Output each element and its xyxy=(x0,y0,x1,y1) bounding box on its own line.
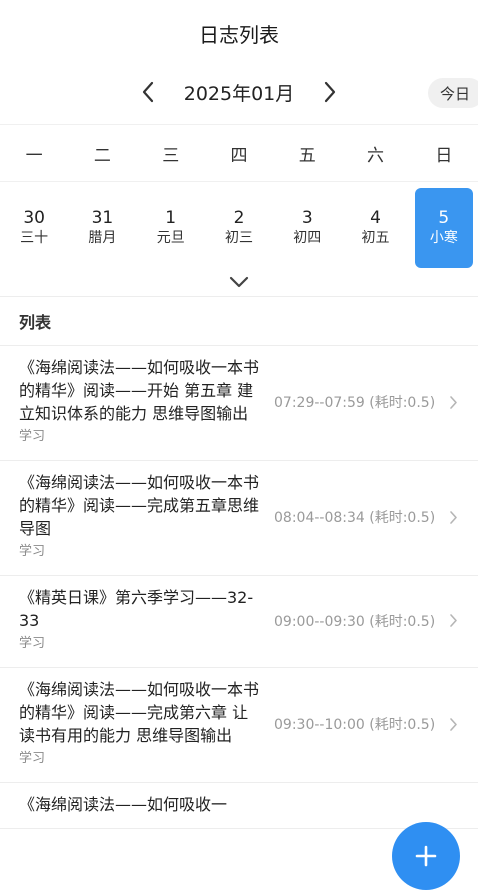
weekday-label: 六 xyxy=(367,145,385,166)
item-title: 《精英日课》第六季学习——32-33 xyxy=(19,588,254,630)
lunar-date: 腊月 xyxy=(88,230,117,246)
week-days-row: 30 三十 31 腊月 1 元旦 2 初三 3 初四 4 初五 5 小寒 xyxy=(0,182,478,268)
chevron-right-icon xyxy=(450,510,457,524)
day-number: 4 xyxy=(370,208,381,228)
item-tag: 学习 xyxy=(19,429,46,444)
weekday-label: 一 xyxy=(25,145,43,166)
plus-icon xyxy=(415,845,437,867)
day-number: 2 xyxy=(233,208,245,228)
day-cell[interactable]: 31 腊月 xyxy=(73,188,131,268)
list-item[interactable]: 《海绵阅读法——如何吸收一本书的精华》阅读——开始 第五章 建立知识体系的能力 … xyxy=(0,346,478,461)
lunar-date: 初五 xyxy=(361,230,390,246)
lunar-date: 小寒 xyxy=(429,230,458,246)
item-time: 07:29--07:59 (耗时:0.5) xyxy=(274,395,436,411)
weekday-label: 三 xyxy=(162,145,180,166)
lunar-date: 元旦 xyxy=(156,230,185,246)
day-cell[interactable]: 3 初四 xyxy=(278,188,336,268)
day-cell-selected[interactable]: 5 小寒 xyxy=(414,188,473,268)
log-list: 《海绵阅读法——如何吸收一本书的精华》阅读——开始 第五章 建立知识体系的能力 … xyxy=(0,346,478,829)
day-number: 3 xyxy=(301,208,313,228)
list-item[interactable]: 《精英日课》第六季学习——32-33 学习 09:00--09:30 (耗时:0… xyxy=(0,576,478,668)
item-title: 《海绵阅读法——如何吸收一本书的精华》阅读——完成第五章思维导图 xyxy=(19,473,260,538)
lunar-date: 三十 xyxy=(20,230,49,246)
weekday-header: 一 二 三 四 五 六 日 xyxy=(0,124,478,182)
month-navigator: 2025年01月 今日 xyxy=(0,66,478,118)
item-title: 《海绵阅读法——如何吸收一本书的精华》阅读——开始 第五章 建立知识体系的能力 … xyxy=(19,358,260,423)
list-item[interactable]: 《海绵阅读法——如何吸收一本书的精华》阅读——完成第五章思维导图 学习 08:0… xyxy=(0,461,478,576)
weekday-label: 二 xyxy=(93,145,111,166)
today-button[interactable]: 今日 xyxy=(427,78,478,108)
weekday-label: 五 xyxy=(298,145,316,166)
day-cell[interactable]: 4 初五 xyxy=(346,188,404,268)
day-number: 30 xyxy=(23,208,45,228)
page-title: 日志列表 xyxy=(199,22,279,47)
item-time: 09:30--10:00 (耗时:0.5) xyxy=(274,717,436,733)
weekday-label: 四 xyxy=(230,145,248,166)
prev-month-button[interactable] xyxy=(134,78,162,106)
list-item[interactable]: 《海绵阅读法——如何吸收一本书的精华》阅读——完成第六章 让读书有用的能力 思维… xyxy=(0,668,478,783)
next-month-button[interactable] xyxy=(316,78,344,106)
day-cell[interactable]: 30 三十 xyxy=(5,188,63,268)
item-time: 08:04--08:34 (耗时:0.5) xyxy=(274,510,436,526)
item-tag: 学习 xyxy=(19,751,46,766)
day-number: 1 xyxy=(165,208,177,228)
item-tag: 学习 xyxy=(19,544,46,559)
day-cell[interactable]: 2 初三 xyxy=(210,188,268,268)
weekday-label: 日 xyxy=(435,145,453,166)
chevron-right-icon xyxy=(450,717,457,731)
list-section-title: 列表 xyxy=(0,297,478,346)
chevron-right-icon xyxy=(325,81,336,103)
chevron-right-icon xyxy=(450,614,457,627)
item-tag: 学习 xyxy=(19,636,46,651)
chevron-down-icon xyxy=(229,276,249,288)
item-title: 《海绵阅读法——如何吸收一 xyxy=(19,795,228,814)
chevron-right-icon xyxy=(450,395,457,409)
day-cell[interactable]: 1 元旦 xyxy=(142,188,200,268)
chevron-left-icon xyxy=(142,81,153,103)
header: 日志列表 xyxy=(0,0,478,66)
lunar-date: 初三 xyxy=(224,230,253,246)
lunar-date: 初四 xyxy=(293,230,322,246)
item-title: 《海绵阅读法——如何吸收一本书的精华》阅读——完成第六章 让读书有用的能力 思维… xyxy=(19,680,260,745)
add-log-button[interactable] xyxy=(392,822,460,890)
item-time: 09:00--09:30 (耗时:0.5) xyxy=(274,613,436,630)
day-number: 5 xyxy=(438,208,450,228)
list-item[interactable]: 《海绵阅读法——如何吸收一 xyxy=(0,783,478,829)
expand-calendar-button[interactable] xyxy=(0,268,478,296)
day-number: 31 xyxy=(91,208,114,228)
current-month: 2025年01月 xyxy=(183,82,295,105)
